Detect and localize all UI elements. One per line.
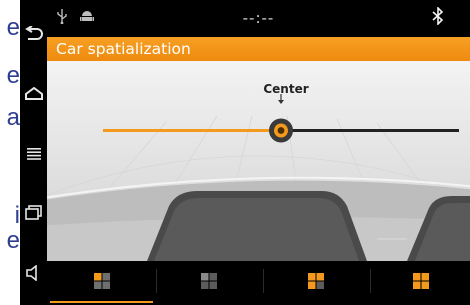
device-screen: --:-- Car spatialization Center <box>20 0 470 305</box>
title-bar: Car spatialization <box>47 37 470 61</box>
background-letter: a <box>6 104 20 131</box>
speaker-position-tabs <box>47 261 470 305</box>
home-button[interactable] <box>20 77 47 111</box>
background-letter: e <box>6 14 20 41</box>
slider-track-left <box>103 129 281 132</box>
menu-button[interactable] <box>20 137 47 171</box>
position-center-right-icon <box>307 273 324 289</box>
position-center-left-icon <box>200 273 217 289</box>
tab-center-left[interactable] <box>157 261 260 301</box>
position-right-icon <box>412 273 429 289</box>
recent-apps-icon <box>24 205 42 220</box>
screen-title: Car spatialization <box>56 40 191 58</box>
back-button[interactable] <box>20 17 47 51</box>
tab-left[interactable] <box>50 261 153 301</box>
position-left-icon <box>93 273 110 289</box>
background-letter: e <box>6 227 20 254</box>
back-icon <box>24 26 43 40</box>
menu-icon <box>26 148 41 160</box>
status-clock: --:-- <box>242 9 275 27</box>
background-letter: i <box>14 202 20 229</box>
bluetooth-icon <box>432 6 444 29</box>
spatialization-panel: Center <box>47 61 470 261</box>
balance-slider[interactable] <box>47 94 470 154</box>
selected-tab-indicator <box>50 301 153 303</box>
background-letter: e <box>6 62 20 89</box>
background-page-strip: e e a i e <box>0 0 20 305</box>
volume-icon <box>25 265 37 281</box>
tab-center-right[interactable] <box>264 261 367 301</box>
slider-thumb <box>269 118 293 143</box>
home-icon <box>24 87 43 100</box>
volume-button[interactable] <box>20 256 47 290</box>
slider-track-right <box>281 129 459 132</box>
tab-right[interactable] <box>371 261 470 301</box>
navigation-bar <box>20 0 47 305</box>
recent-apps-button[interactable] <box>20 196 47 230</box>
status-bar: --:-- <box>47 0 470 37</box>
